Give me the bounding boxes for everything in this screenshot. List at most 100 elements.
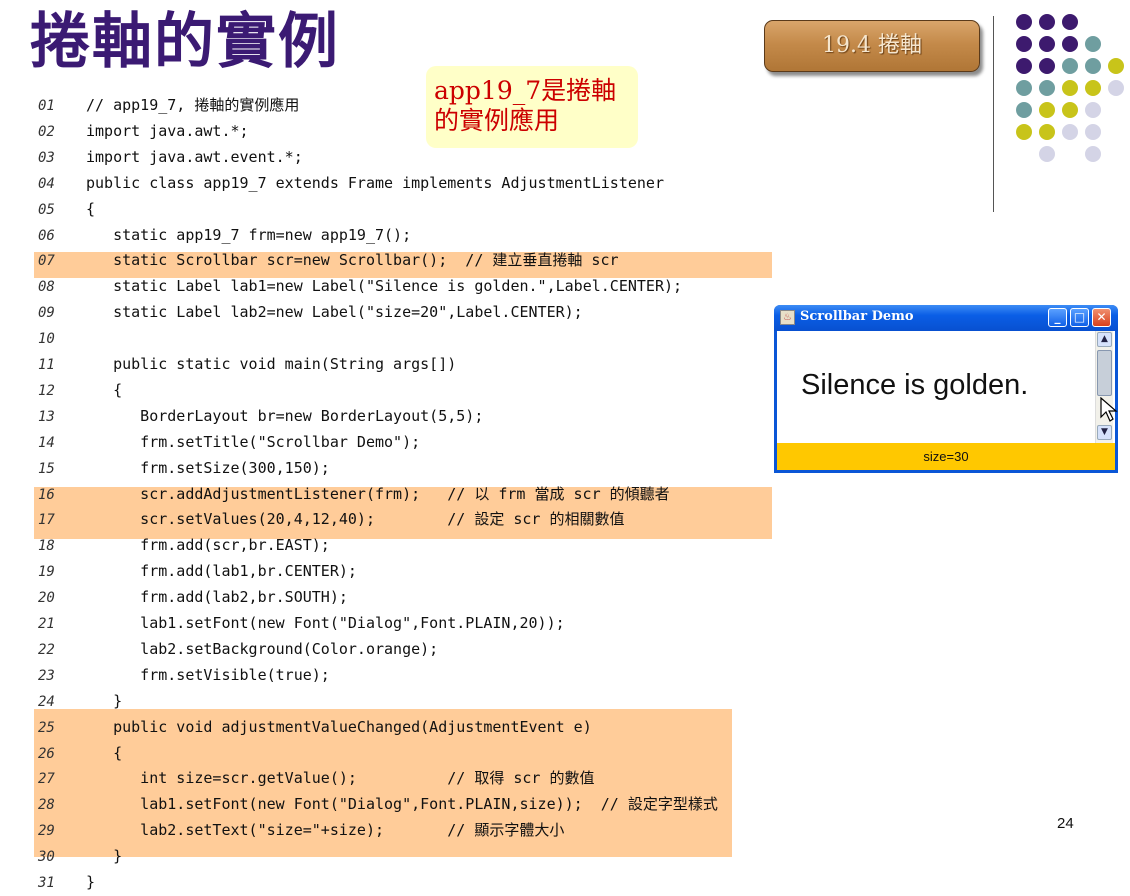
code-text: scr.setValues(20,4,12,40); // 設定 scr 的相關… [86,510,625,529]
code-line: 05 { [38,196,95,222]
mouse-cursor-icon [1100,397,1118,422]
scroll-down-icon[interactable]: ▼ [1097,425,1112,440]
code-line: 21 lab1.setFont(new Font("Dialog",Font.P… [38,610,565,636]
decorative-dot [1085,58,1101,74]
code-text: lab1.setFont(new Font("Dialog",Font.PLAI… [86,795,718,814]
code-text: lab1.setFont(new Font("Dialog",Font.PLAI… [86,614,565,632]
line-number: 07 [38,253,55,270]
scroll-thumb[interactable] [1097,350,1112,396]
code-line: 10 [38,325,86,351]
line-number: 04 [38,175,55,192]
code-line: 31} [38,869,95,895]
code-line: 07 static Scrollbar scr=new Scrollbar();… [38,247,619,273]
callout-note: app19_7是捲軸的實例應用 [426,66,638,148]
code-text: } [86,691,123,710]
code-line: 24 } [38,688,122,714]
code-text: static Label lab2=new Label("size=20",La… [86,303,583,322]
line-number: 10 [38,331,55,348]
code-line: 30 } [38,843,122,869]
code-text: static Scrollbar scr=new Scrollbar(); //… [86,251,619,270]
code-line: 01 // app19_7, 捲軸的實例應用 [38,92,299,118]
line-number: 02 [38,123,55,140]
code-text: scr.addAdjustmentListener(frm); // 以 frm… [86,484,670,503]
java-icon: ♨ [780,310,795,325]
decorative-dot [1039,146,1055,162]
code-text: int size=scr.getValue(); // 取得 scr 的數值 [86,769,595,788]
line-number: 31 [38,875,55,891]
decorative-dot [1062,80,1078,96]
close-icon[interactable]: ✕ [1092,308,1111,327]
line-number: 03 [38,149,55,166]
code-line: 19 frm.add(lab1,br.CENTER); [38,558,357,584]
scroll-up-icon[interactable]: ▲ [1097,332,1112,347]
decorative-dot [1039,58,1055,74]
line-number: 29 [38,823,55,840]
decorative-dot [1108,80,1124,96]
code-text: { [86,380,123,399]
code-line: 09 static Label lab2=new Label("size=20"… [38,299,583,325]
code-line: 22 lab2.setBackground(Color.orange); [38,636,438,662]
minimize-icon[interactable]: _ [1048,308,1067,327]
window-title: Scrollbar Demo [800,309,914,324]
window-body: Silence is golden. ▲ ▼ [777,331,1115,443]
line-number: 27 [38,771,55,788]
code-text: frm.setSize(300,150); [86,458,330,477]
decorative-dot [1062,36,1078,52]
code-text: frm.add(scr,br.EAST); [86,536,330,555]
code-line: 28 lab1.setFont(new Font("Dialog",Font.P… [38,791,718,817]
code-line: 25 public void adjustmentValueChanged(Ad… [38,714,592,740]
code-text: public static void main(String args[]) [86,355,457,373]
line-number: 12 [38,382,55,399]
code-line: 26 { [38,740,122,766]
code-line: 14 frm.setTitle("Scrollbar Demo"); [38,429,420,455]
code-line: 13 BorderLayout br=new BorderLayout(5,5)… [38,403,483,429]
code-text: BorderLayout br=new BorderLayout(5,5); [86,406,484,425]
decorative-dot [1062,102,1078,118]
code-text: lab2.setBackground(Color.orange); [86,639,439,658]
slide-title: 捲軸的實例 [30,7,340,77]
code-text: { [86,199,96,218]
line-number: 05 [38,201,55,218]
decorative-dot [1085,36,1101,52]
window-titlebar[interactable]: ♨ Scrollbar Demo _ □ ✕ [774,305,1118,331]
line-number: 30 [38,849,55,866]
code-line: 16 scr.addAdjustmentListener(frm); // 以 … [38,481,670,507]
decorative-dot [1062,124,1078,140]
maximize-icon[interactable]: □ [1070,308,1089,327]
decorative-dot [1016,124,1032,140]
code-line: 03 import java.awt.event.*; [38,144,303,170]
line-number: 06 [38,227,55,244]
scrollbar-demo-window: ♨ Scrollbar Demo _ □ ✕ Silence is golden… [774,305,1118,473]
line-number: 08 [38,279,55,296]
decorative-dot [1039,124,1055,140]
code-text: } [86,873,96,891]
decorative-dot [1016,102,1032,118]
line-number: 11 [38,357,55,373]
decorative-dot [1016,58,1032,74]
decorative-dot [1062,14,1078,30]
code-line: 27 int size=scr.getValue(); // 取得 scr 的數… [38,765,594,791]
vertical-scrollbar[interactable]: ▲ ▼ [1095,331,1113,443]
line-number: 22 [38,641,55,658]
code-line: 20 frm.add(lab2,br.SOUTH); [38,584,348,610]
code-text: lab2.setText("size="+size); // 顯示字體大小 [86,821,565,840]
silence-label: Silence is golden. [801,369,1029,401]
decorative-dot [1016,36,1032,52]
code-text: public void adjustmentValueChanged(Adjus… [86,717,592,736]
code-text: static Label lab1=new Label("Silence is … [86,277,683,296]
divider-line [993,16,994,212]
code-text: import java.awt.*; [86,121,249,140]
decorative-dot [1085,80,1101,96]
code-line: 12 { [38,377,122,403]
code-text: frm.setVisible(true); [86,665,330,684]
line-number: 20 [38,590,55,607]
decorative-dot [1016,14,1032,30]
line-number: 14 [38,434,55,451]
decorative-dot [1016,80,1032,96]
line-number: 17 [38,512,55,529]
code-text: { [86,743,123,762]
size-status-label: size=30 [777,443,1115,470]
line-number: 26 [38,745,55,762]
section-button[interactable]: 19.4 捲軸 [764,20,980,72]
decorative-dot [1039,14,1055,30]
